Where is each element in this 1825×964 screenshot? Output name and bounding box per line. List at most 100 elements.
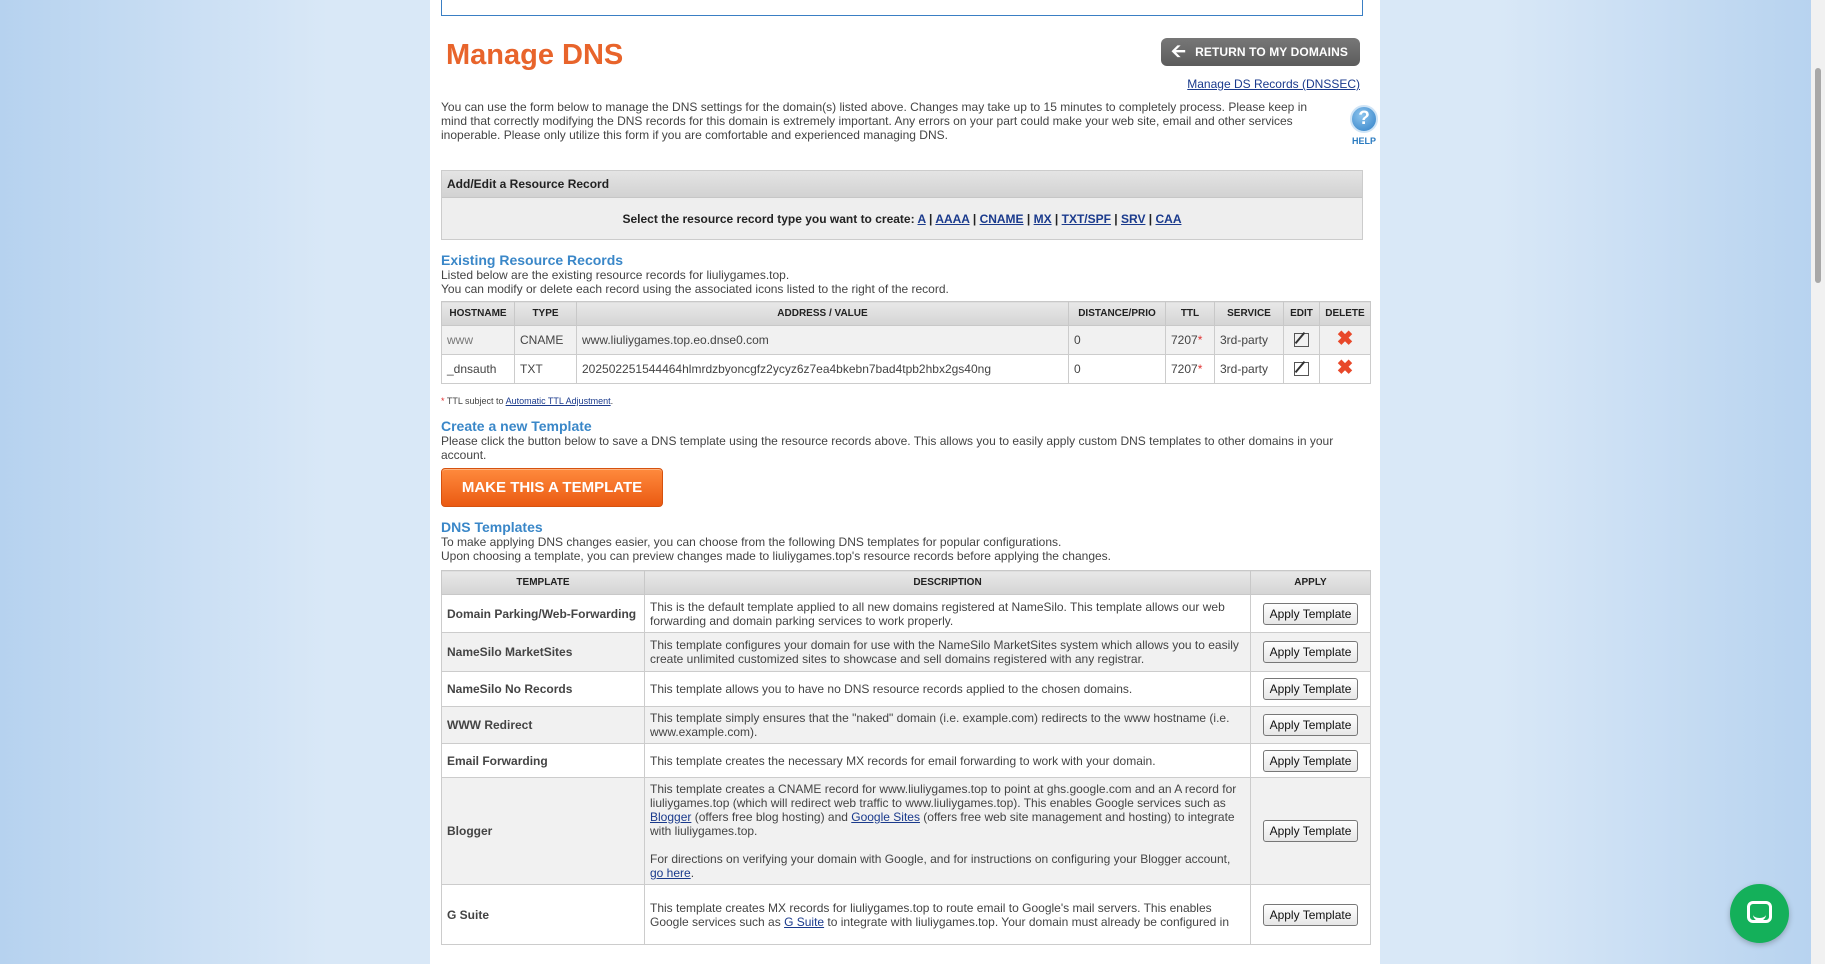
template-apply-cell: Apply Template bbox=[1250, 594, 1371, 633]
gsuite-link[interactable]: G Suite bbox=[784, 915, 824, 929]
record-delete-cell: ✖ bbox=[1319, 354, 1371, 384]
return-to-domains-button[interactable]: 🡨 RETURN TO MY DOMAINS bbox=[1161, 38, 1360, 66]
template-description: This template creates a CNAME record for… bbox=[644, 777, 1251, 885]
ttl-note-star: * bbox=[441, 396, 445, 406]
blogger-text-1: This template creates a CNAME record for… bbox=[650, 782, 1237, 810]
go-here-link[interactable]: go here bbox=[650, 866, 691, 880]
intro-text: You can use the form below to manage the… bbox=[441, 100, 1308, 142]
record-prio: 0 bbox=[1068, 325, 1166, 355]
col-template: TEMPLATE bbox=[441, 570, 645, 595]
add-record-heading: Add/Edit a Resource Record bbox=[442, 171, 1362, 198]
apply-template-button[interactable]: Apply Template bbox=[1262, 641, 1359, 663]
blogger-text-2: (offers free blog hosting) and bbox=[691, 810, 852, 824]
delete-icon[interactable]: ✖ bbox=[1337, 328, 1354, 350]
apply-template-button[interactable]: Apply Template bbox=[1262, 602, 1359, 625]
table-row: NameSilo No Records This template allows… bbox=[441, 671, 1371, 707]
record-type-selector: Select the resource record type you want… bbox=[622, 212, 1182, 226]
return-label: RETURN TO MY DOMAINS bbox=[1195, 45, 1348, 59]
table-row: _dnsauth TXT 202502251544464hlmrdzbyoncg… bbox=[441, 354, 1371, 384]
table-row: G Suite This template creates MX records… bbox=[441, 884, 1371, 945]
record-type-mx-link[interactable]: MX bbox=[1034, 212, 1052, 226]
record-type: CNAME bbox=[514, 325, 577, 355]
content: Manage DNS 🡨 RETURN TO MY DOMAINS Manage… bbox=[441, 0, 1371, 945]
col-type: TYPE bbox=[514, 301, 577, 326]
existing-records-line2: You can modify or delete each record usi… bbox=[441, 282, 949, 296]
scrollbar-thumb[interactable] bbox=[1815, 68, 1821, 283]
add-record-panel: Add/Edit a Resource Record Select the re… bbox=[441, 170, 1363, 240]
col-delete: DELETE bbox=[1319, 301, 1371, 326]
dnssec-link[interactable]: Manage DS Records (DNSSEC) bbox=[1187, 77, 1360, 91]
template-name: Domain Parking/Web-Forwarding bbox=[441, 594, 645, 633]
google-sites-link[interactable]: Google Sites bbox=[851, 810, 920, 824]
template-description: This is the default template applied to … bbox=[644, 594, 1251, 633]
make-template-button[interactable]: MAKE THIS A TEMPLATE bbox=[441, 468, 663, 507]
arrow-left-icon: 🡨 bbox=[1171, 41, 1186, 61]
col-edit: EDIT bbox=[1283, 301, 1320, 326]
records-table: HOSTNAME TYPE ADDRESS / VALUE DISTANCE/P… bbox=[441, 301, 1371, 384]
page-panel: Manage DNS 🡨 RETURN TO MY DOMAINS Manage… bbox=[430, 0, 1380, 964]
records-header-row: HOSTNAME TYPE ADDRESS / VALUE DISTANCE/P… bbox=[441, 301, 1371, 326]
template-apply-cell: Apply Template bbox=[1250, 777, 1371, 885]
template-name: G Suite bbox=[441, 884, 645, 945]
table-row: Blogger This template creates a CNAME re… bbox=[441, 777, 1371, 885]
scrollbar[interactable] bbox=[1811, 0, 1825, 964]
domain-info-box bbox=[441, 0, 1363, 16]
delete-icon[interactable]: ✖ bbox=[1337, 357, 1354, 379]
ttl-note: * TTL subject to Automatic TTL Adjustmen… bbox=[441, 396, 1363, 406]
apply-template-button[interactable]: Apply Template bbox=[1262, 678, 1359, 700]
ttl-star: * bbox=[1197, 333, 1203, 347]
template-description: This template simply ensures that the "n… bbox=[644, 706, 1251, 744]
apply-template-button[interactable]: Apply Template bbox=[1262, 820, 1359, 842]
record-ttl: 7207* bbox=[1165, 325, 1215, 355]
col-apply: APPLY bbox=[1250, 570, 1371, 595]
template-apply-cell: Apply Template bbox=[1250, 884, 1371, 945]
template-apply-cell: Apply Template bbox=[1250, 706, 1371, 744]
template-apply-cell: Apply Template bbox=[1250, 743, 1371, 778]
apply-template-button[interactable]: Apply Template bbox=[1262, 903, 1359, 926]
apply-template-button[interactable]: Apply Template bbox=[1262, 749, 1359, 772]
templates-table: TEMPLATE DESCRIPTION APPLY Domain Parkin… bbox=[441, 570, 1371, 945]
table-row: www CNAME www.liuliygames.top.eo.dnse0.c… bbox=[441, 325, 1371, 355]
table-row: Domain Parking/Web-Forwarding This is th… bbox=[441, 594, 1371, 633]
dns-templates-line1: To make applying DNS changes easier, you… bbox=[441, 535, 1062, 549]
ttl-note-text: TTL subject to bbox=[446, 396, 504, 406]
record-value: www.liuliygames.top.eo.dnse0.com bbox=[576, 325, 1069, 355]
record-service: 3rd-party bbox=[1214, 354, 1284, 384]
record-type-txt-link[interactable]: TXT/SPF bbox=[1062, 212, 1111, 226]
create-template-text: Please click the button below to save a … bbox=[441, 434, 1334, 462]
help-icon: ? bbox=[1350, 105, 1378, 133]
table-row: NameSilo MarketSites This template confi… bbox=[441, 632, 1371, 672]
help-button[interactable]: ? HELP bbox=[1346, 105, 1380, 146]
table-row: WWW Redirect This template simply ensure… bbox=[441, 706, 1371, 744]
blogger-link[interactable]: Blogger bbox=[650, 810, 691, 824]
col-ttl: TTL bbox=[1165, 301, 1215, 326]
record-type-cname-link[interactable]: CNAME bbox=[980, 212, 1024, 226]
gsuite-text-2: to integrate with liuliygames.top. Your … bbox=[824, 914, 1229, 929]
record-value: 202502251544464hlmrdzbyoncgfz2ycyz6z7ea4… bbox=[576, 354, 1069, 384]
record-edit-cell bbox=[1283, 325, 1320, 355]
edit-icon[interactable] bbox=[1294, 362, 1309, 377]
record-type-aaaa-link[interactable]: AAAA bbox=[935, 212, 969, 226]
page-header: Manage DNS 🡨 RETURN TO MY DOMAINS Manage… bbox=[441, 16, 1363, 91]
record-type-caa-link[interactable]: CAA bbox=[1156, 212, 1182, 226]
existing-records-line1: Listed below are the existing resource r… bbox=[441, 268, 790, 282]
dns-templates-heading: DNS Templates bbox=[441, 519, 543, 535]
edit-icon[interactable] bbox=[1294, 333, 1309, 348]
ttl-value: 7207 bbox=[1171, 333, 1198, 347]
record-type-a-link[interactable]: A bbox=[917, 212, 925, 226]
template-apply-cell: Apply Template bbox=[1250, 671, 1371, 707]
apply-template-button[interactable]: Apply Template bbox=[1262, 714, 1359, 736]
ttl-adjustment-link[interactable]: Automatic TTL Adjustment bbox=[506, 396, 611, 406]
record-type: TXT bbox=[514, 354, 577, 384]
ttl-note-end: . bbox=[610, 396, 614, 406]
existing-records-heading: Existing Resource Records bbox=[441, 252, 624, 268]
template-name: WWW Redirect bbox=[441, 706, 645, 744]
template-name: Blogger bbox=[441, 777, 645, 885]
template-name: NameSilo No Records bbox=[441, 671, 645, 707]
create-template-heading: Create a new Template bbox=[441, 418, 592, 434]
blogger-text-5: . bbox=[690, 866, 695, 880]
ttl-star: * bbox=[1197, 362, 1203, 376]
dns-templates-line2: Upon choosing a template, you can previe… bbox=[441, 549, 1112, 563]
chat-launcher-button[interactable] bbox=[1730, 884, 1789, 943]
record-type-srv-link[interactable]: SRV bbox=[1121, 212, 1145, 226]
